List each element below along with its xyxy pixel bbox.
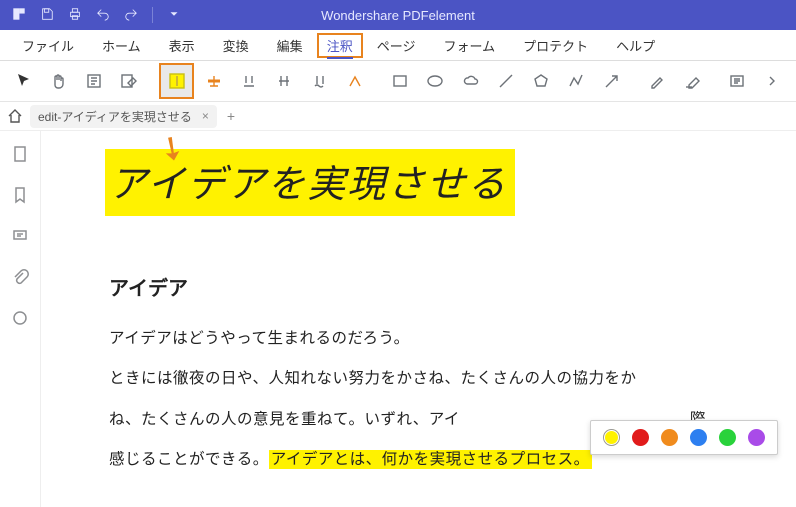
hand-tool[interactable] (43, 65, 74, 97)
doc-body: アイデアはどうやって生まれるのだろう。 ときには徹夜の日や、人知れない努力をかさ… (109, 319, 769, 480)
logo-icon (12, 7, 26, 24)
bookmarks-icon[interactable] (11, 186, 29, 209)
menu-annotate[interactable]: 注釈 (317, 33, 363, 58)
paragraph-1: アイデアはどうやって生まれるのだろう。 (109, 330, 410, 347)
inline-highlight[interactable]: アイデアとは、何かを実現させるプロセス。 (269, 450, 592, 469)
separator (152, 7, 153, 23)
chat-icon[interactable] (11, 309, 29, 332)
area-highlight-tool[interactable] (198, 65, 229, 97)
color-swatch-purple[interactable] (748, 429, 765, 446)
edit-note-tool[interactable] (114, 65, 145, 97)
caret-tool[interactable] (339, 65, 370, 97)
add-tab-icon[interactable]: + (223, 108, 239, 124)
side-panel (0, 131, 41, 507)
title-bar: Wondershare PDFelement (0, 0, 796, 30)
dropdown-icon[interactable] (167, 7, 181, 24)
arrow-tool[interactable] (596, 65, 627, 97)
print-icon[interactable] (68, 7, 82, 24)
select-tool[interactable] (8, 65, 39, 97)
highlight-tool[interactable] (159, 63, 194, 99)
attachments-icon[interactable] (11, 268, 29, 291)
redo-icon[interactable] (124, 7, 138, 24)
cloud-tool[interactable] (455, 65, 486, 97)
save-icon[interactable] (40, 7, 54, 24)
doc-subheading: アイデア (109, 272, 796, 301)
document-tabs: edit-アイディアを実現させる × + (0, 102, 796, 131)
color-swatch-blue[interactable] (690, 429, 707, 446)
rectangle-tool[interactable] (384, 65, 415, 97)
oval-tool[interactable] (420, 65, 451, 97)
eraser-tool[interactable] (676, 65, 707, 97)
more-tools[interactable] (757, 65, 788, 97)
menu-page[interactable]: ページ (363, 32, 430, 59)
line-tool[interactable] (490, 65, 521, 97)
menu-help[interactable]: ヘルプ (602, 32, 669, 59)
tab-title: edit-アイディアを実現させる (38, 108, 192, 125)
home-tab-icon[interactable] (6, 107, 24, 125)
text-box-tool[interactable] (721, 65, 752, 97)
menu-file[interactable]: ファイル (8, 32, 88, 59)
paragraph-2a: ときには徹夜の日や、人知れない努力をかさね、たくさんの人の協力をか (109, 370, 637, 387)
strikeout-tool[interactable] (269, 65, 300, 97)
menu-edit[interactable]: 編集 (263, 32, 317, 59)
color-swatch-orange[interactable] (661, 429, 678, 446)
close-tab-icon[interactable]: × (202, 109, 209, 123)
connected-lines-tool[interactable] (561, 65, 592, 97)
squiggly-tool[interactable] (304, 65, 335, 97)
polygon-tool[interactable] (526, 65, 557, 97)
menu-bar: ファイル ホーム 表示 変換 編集 注釈 ページ フォーム プロテクト ヘルプ (0, 30, 796, 61)
note-tool[interactable] (79, 65, 110, 97)
menu-home[interactable]: ホーム (88, 32, 155, 59)
app-title: Wondershare PDFelement (321, 8, 475, 23)
menu-form[interactable]: フォーム (429, 32, 509, 59)
menu-protect[interactable]: プロテクト (509, 32, 602, 59)
paragraph-2b: ね、たくさんの人の意見を重ねて。いずれ、アイ (109, 411, 460, 428)
undo-icon[interactable] (96, 7, 110, 24)
color-swatch-green[interactable] (719, 429, 736, 446)
menu-view[interactable]: 表示 (155, 32, 209, 59)
underline-tool[interactable] (233, 65, 264, 97)
color-swatch-yellow[interactable] (603, 429, 620, 446)
paragraph-3a: 感じることができる。 (109, 451, 269, 468)
thumbnails-icon[interactable] (11, 145, 29, 168)
color-swatch-red[interactable] (632, 429, 649, 446)
comments-icon[interactable] (11, 227, 29, 250)
pencil-tool[interactable] (641, 65, 672, 97)
color-palette-popup[interactable] (590, 420, 778, 455)
document-tab[interactable]: edit-アイディアを実現させる × (30, 105, 217, 128)
annotation-toolbar (0, 61, 796, 102)
menu-convert[interactable]: 変換 (209, 32, 263, 59)
